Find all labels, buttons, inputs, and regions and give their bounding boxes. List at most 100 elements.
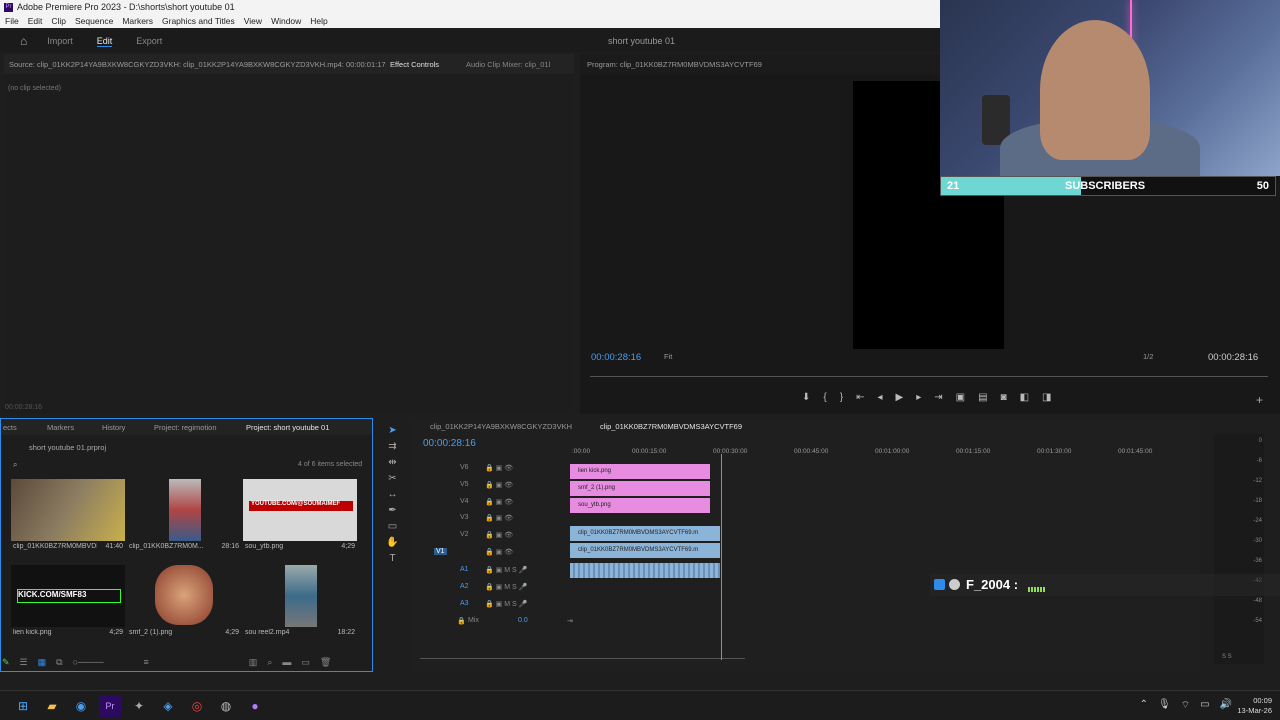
project-short-tab[interactable]: Project: short youtube 01	[246, 423, 329, 432]
step-forward-icon[interactable]: ▸	[916, 392, 921, 403]
clip-v6[interactable]: lien kick.png	[570, 464, 710, 479]
track-v4[interactable]: V4 🔒 ▣ 👁	[420, 498, 570, 513]
app-icon[interactable]: ◈	[157, 695, 179, 717]
project-item[interactable]: clip_01KK0BZ7RM0MBVDM... 41:40	[11, 479, 125, 555]
solo-buttons[interactable]: S S	[1222, 654, 1262, 660]
program-title[interactable]: Program: clip_01KK0BZ7RM0MBVDMS3AYCVTF69	[587, 60, 762, 69]
vr-icon[interactable]: ◨	[1042, 392, 1051, 403]
playhead[interactable]	[721, 454, 722, 660]
history-tab[interactable]: History	[102, 423, 125, 432]
mic-icon[interactable]: 🎙	[1158, 699, 1171, 712]
timeline-timecode[interactable]: 00:00:28:16	[423, 438, 476, 449]
clip-v2[interactable]: clip_01KK0BZ7RM0MBVDMS3AYCVTF69.m	[570, 526, 720, 541]
project-item[interactable]: smf_2 (1).png 4;29	[127, 565, 241, 641]
effects-tab[interactable]: ects	[3, 423, 17, 432]
sequence-tab-1[interactable]: clip_01KK2P14YA9BXKW8CGKYZD3VKH	[430, 422, 572, 431]
lift-icon[interactable]: ▣	[956, 392, 965, 403]
menu-view[interactable]: View	[244, 16, 262, 26]
razor-icon[interactable]: ✂	[388, 473, 396, 484]
find-icon[interactable]: ⌕	[267, 657, 272, 668]
home-icon[interactable]: ⌂	[20, 34, 27, 48]
edge-icon[interactable]: ◉	[70, 695, 92, 717]
project-item[interactable]: YOUTUBE.COM/@SOUMAIMEF sou_ytb.png 4;29	[243, 479, 357, 555]
type-tool-icon[interactable]: T	[389, 553, 395, 564]
go-to-in-icon[interactable]: ⇤	[856, 392, 864, 403]
clip-v5[interactable]: smf_2 (1).png	[570, 481, 710, 496]
track-a2[interactable]: A2 🔒 ▣ M S 🎤	[420, 583, 570, 598]
chrome-icon[interactable]: ◎	[186, 695, 208, 717]
track-v3[interactable]: V3 🔒 ▣ 👁	[420, 514, 570, 529]
obs-icon[interactable]: ◍	[215, 695, 237, 717]
menu-clip[interactable]: Clip	[51, 16, 66, 26]
import-tab[interactable]: Import	[47, 36, 73, 46]
edit-tab[interactable]: Edit	[96, 36, 113, 47]
timeline-zoom-bar[interactable]	[420, 658, 745, 659]
hand-tool-icon[interactable]: ✋	[386, 537, 398, 548]
freeform-view-icon[interactable]: ⧉	[56, 657, 62, 668]
speaker-icon[interactable]: 🔊	[1220, 699, 1232, 712]
discord-icon[interactable]: ●	[244, 695, 266, 717]
export-tab[interactable]: Export	[136, 36, 162, 46]
ripple-edit-icon[interactable]: ⇹	[388, 457, 396, 468]
program-timecode[interactable]: 00:00:28:16	[591, 352, 641, 363]
project-item[interactable]: clip_01KK0BZ7RM0M... 28:16	[127, 479, 241, 555]
rectangle-tool-icon[interactable]: ▭	[388, 521, 397, 532]
menu-help[interactable]: Help	[310, 16, 327, 26]
program-scrubber[interactable]	[590, 376, 1268, 377]
track-mix[interactable]: 🔒 Mix 0.0 ⇥	[420, 617, 573, 632]
search-icon[interactable]: ⌕	[13, 460, 17, 470]
effect-controls-tab[interactable]: Effect Controls	[390, 60, 439, 69]
slip-icon[interactable]: ↔	[388, 489, 398, 500]
add-button-icon[interactable]: +	[1256, 393, 1263, 407]
menu-sequence[interactable]: Sequence	[75, 16, 113, 26]
source-title[interactable]: Source: clip_01KK2P14YA9BXKW8CGKYZD3VKH:…	[9, 60, 386, 69]
track-v5[interactable]: V5 🔒 ▣ 👁	[420, 481, 570, 496]
menu-file[interactable]: File	[5, 16, 19, 26]
track-select-icon[interactable]: ⇉	[388, 441, 396, 452]
pencil-icon[interactable]: ✎	[2, 657, 10, 668]
project-item[interactable]: sou reel2.mp4 18:22	[243, 565, 357, 641]
automate-icon[interactable]: ▥	[249, 657, 258, 668]
list-view-icon[interactable]: ☰	[20, 657, 28, 668]
new-bin-icon[interactable]: ▬	[282, 657, 291, 667]
extract-icon[interactable]: ▤	[978, 392, 987, 403]
clip-a1-audio[interactable]	[570, 563, 720, 578]
track-a3[interactable]: A3 🔒 ▣ M S 🎤	[420, 600, 570, 615]
clip-v1[interactable]: clip_01KK0BZ7RM0MBVDMS3AYCVTF69.m	[570, 543, 720, 558]
marker-icon[interactable]: ⬇	[802, 392, 810, 403]
resolution-dropdown[interactable]: 1/2	[1143, 352, 1153, 361]
compare-icon[interactable]: ◧	[1020, 392, 1029, 403]
audio-mixer-tab[interactable]: Audio Clip Mixer: clip_01l	[466, 60, 550, 69]
mark-out-icon[interactable]: }	[840, 392, 843, 403]
menu-markers[interactable]: Markers	[122, 16, 153, 26]
pen-tool-icon[interactable]: ✒	[388, 505, 396, 516]
menu-window[interactable]: Window	[271, 16, 301, 26]
go-to-out-icon[interactable]: ⇥	[934, 392, 942, 403]
track-v6[interactable]: V6 🔒 ▣ 👁	[420, 464, 570, 479]
project-regimotion-tab[interactable]: Project: regimotion	[154, 423, 217, 432]
steam-icon[interactable]: ✦	[128, 695, 150, 717]
windows-start-icon[interactable]: ⊞	[12, 695, 34, 717]
wifi-icon[interactable]: ⌔	[1181, 699, 1190, 712]
menu-graphics[interactable]: Graphics and Titles	[162, 16, 235, 26]
monitor-icon[interactable]: ▭	[1200, 699, 1209, 712]
step-back-icon[interactable]: ◂	[877, 392, 882, 403]
track-v1[interactable]: V1 🔒 ▣ 👁	[420, 548, 570, 563]
camera-icon[interactable]: ◙	[1001, 392, 1007, 403]
play-icon[interactable]: ▶	[896, 392, 904, 403]
new-item-icon[interactable]: ▭	[301, 657, 310, 668]
project-item[interactable]: KICK.COM/SMF83 lien kick.png 4;29	[11, 565, 125, 641]
trash-icon[interactable]: 🗑	[320, 657, 331, 668]
selection-tool-icon[interactable]: ➤	[388, 425, 396, 436]
premiere-taskbar-icon[interactable]: Pr	[99, 694, 121, 717]
markers-tab[interactable]: Markers	[47, 423, 74, 432]
sort-icon[interactable]: ≡	[144, 657, 149, 667]
file-explorer-icon[interactable]: ▰	[41, 695, 63, 717]
clip-v4[interactable]: sou_ytb.png	[570, 498, 710, 513]
track-a1[interactable]: A1 🔒 ▣ M S 🎤	[420, 566, 570, 581]
icon-view-icon[interactable]: ▦	[38, 657, 47, 668]
sequence-tab-2[interactable]: clip_01KK0BZ7RM0MBVDMS3AYCVTF69	[600, 422, 742, 431]
chevron-up-icon[interactable]: ⌃	[1140, 699, 1148, 712]
zoom-slider[interactable]: ○────	[73, 657, 104, 667]
menu-edit[interactable]: Edit	[28, 16, 43, 26]
